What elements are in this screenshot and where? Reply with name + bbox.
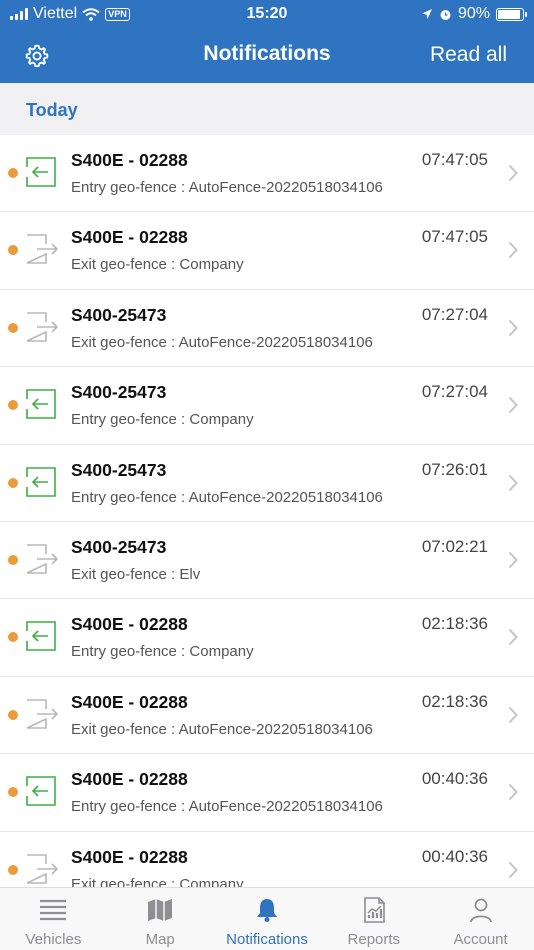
tab-label: Map [145, 931, 175, 948]
geofence-exit-icon [24, 852, 60, 886]
notification-description: Exit geo-fence : AutoFence-2022051803410… [71, 720, 373, 738]
notification-row[interactable]: S400E - 02288 Entry geo-fence : AutoFence… [0, 135, 534, 213]
status-right: 90% [421, 5, 527, 23]
bell-icon [256, 899, 277, 922]
section-title: Today [26, 100, 78, 120]
notification-row[interactable]: S400-25473 Entry geo-fence : Company 07:27… [0, 367, 534, 445]
report-icon [363, 897, 385, 923]
unread-dot [8, 477, 18, 488]
unread-dot [8, 400, 18, 411]
notification-row[interactable]: S400E - 02288 Entry geo-fence : AutoFence… [0, 754, 534, 832]
device-name: S400-25473 [71, 382, 167, 403]
notification-row[interactable]: S400E - 02288 Exit geo-fence : Company 00:… [0, 832, 534, 887]
chevron-right-icon [508, 474, 518, 491]
chevron-right-icon [508, 629, 518, 646]
notification-row[interactable]: S400-25473 Exit geo-fence : AutoFence-202… [0, 290, 534, 368]
notification-description: Entry geo-fence : Company [71, 411, 254, 429]
unread-dot [8, 554, 18, 565]
chevron-right-icon [508, 242, 518, 259]
chevron-right-icon [508, 706, 518, 723]
chevron-right-icon [508, 164, 518, 182]
notification-time: 07:02:21 [421, 536, 488, 556]
device-name: S400E - 02288 [71, 691, 188, 712]
geofence-exit-icon [24, 697, 60, 731]
device-name: S400E - 02288 [71, 769, 188, 790]
geofence-exit-icon [24, 310, 60, 344]
location-arrow-icon [421, 9, 432, 19]
unread-dot [8, 168, 18, 178]
chevron-right-icon [508, 861, 518, 878]
tab-label: Reports [347, 931, 401, 948]
notification-row[interactable]: S400-25473 Entry geo-fence : AutoFence-20… [0, 445, 534, 522]
alarm-icon [440, 9, 451, 20]
unread-dot [8, 864, 18, 875]
notification-row[interactable]: S400E - 02288 Entry geo-fence : Company 02… [0, 599, 534, 677]
device-name: S400E - 02288 [71, 846, 188, 867]
device-name: S400-25473 [71, 459, 167, 480]
notification-time: 07:27:04 [421, 382, 488, 402]
notification-time: 00:40:36 [421, 769, 488, 789]
unread-dot [8, 787, 18, 798]
unread-dot [8, 632, 18, 643]
battery-percent: 90% [457, 5, 490, 22]
notification-description: Entry geo-fence : AutoFence-202205180341… [71, 798, 383, 816]
notification-time: 07:47:05 [421, 150, 488, 169]
user-icon [469, 898, 492, 923]
device-name: S400-25473 [71, 304, 167, 325]
geofence-entry-icon [24, 465, 60, 499]
device-name: S400E - 02288 [71, 227, 188, 248]
geofence-exit-icon [24, 542, 60, 576]
notification-description: Exit geo-fence : Elv [71, 565, 201, 583]
notification-time: 07:27:04 [421, 304, 488, 324]
notification-description: Entry geo-fence : AutoFence-202205180341… [71, 488, 383, 506]
geofence-entry-icon [24, 774, 60, 808]
tab-map[interactable]: Map [107, 888, 214, 950]
notification-list: S400E - 02288 Entry geo-fence : AutoFence… [0, 135, 534, 887]
device-name: S400-25473 [71, 536, 167, 557]
device-name: S400E - 02288 [71, 150, 188, 170]
notification-time: 02:18:36 [421, 691, 488, 711]
notification-description: Exit geo-fence : Company [71, 256, 244, 274]
app-header: Viettel VPN 15:20 90% Notifications Read… [0, 0, 534, 83]
chevron-right-icon [508, 783, 518, 801]
battery-fill [498, 9, 520, 19]
unread-dot [8, 709, 18, 720]
notification-row[interactable]: S400E - 02288 Exit geo-fence : Company 07:… [0, 212, 534, 290]
chevron-right-icon [508, 319, 518, 336]
tab-account[interactable]: Account [427, 888, 534, 950]
notification-time: 07:26:01 [421, 459, 488, 479]
notification-row[interactable]: S400E - 02288 Exit geo-fence : AutoFence-… [0, 677, 534, 755]
tab-reports[interactable]: Reports [320, 888, 427, 950]
tab-label: Notifications [226, 931, 308, 948]
notification-time: 07:47:05 [421, 227, 488, 247]
unread-dot [8, 322, 18, 333]
geofence-entry-icon [24, 387, 60, 421]
tab-label: Vehicles [25, 931, 82, 948]
list-icon [40, 899, 67, 921]
notification-time: 02:18:36 [421, 614, 488, 634]
geofence-exit-icon [24, 232, 60, 266]
notification-description: Exit geo-fence : AutoFence-2022051803410… [71, 333, 373, 351]
tab-bar: Vehicles Map Notifications Reports Account [0, 887, 534, 950]
device-name: S400E - 02288 [71, 614, 188, 635]
map-icon [148, 899, 173, 921]
notification-description: Entry geo-fence : AutoFence-202205180341… [71, 179, 383, 196]
notification-row[interactable]: S400-25473 Exit geo-fence : Elv 07:02:21 [0, 522, 534, 600]
notification-description: Exit geo-fence : Company [71, 875, 244, 887]
geofence-entry-icon [24, 155, 60, 189]
status-bar: Viettel VPN 15:20 90% [0, 0, 534, 28]
unread-dot [8, 245, 18, 256]
geofence-entry-icon [24, 619, 60, 653]
read-all-button[interactable]: Read all [430, 43, 507, 67]
section-header: Today [0, 83, 534, 135]
notification-description: Entry geo-fence : Company [71, 643, 254, 661]
tab-label: Account [453, 931, 508, 948]
chevron-right-icon [508, 551, 518, 569]
battery-icon [496, 7, 527, 21]
tab-vehicles[interactable]: Vehicles [0, 888, 107, 950]
notification-time: 00:40:36 [421, 846, 488, 866]
chevron-right-icon [508, 396, 518, 414]
tab-notifications[interactable]: Notifications [214, 888, 321, 950]
